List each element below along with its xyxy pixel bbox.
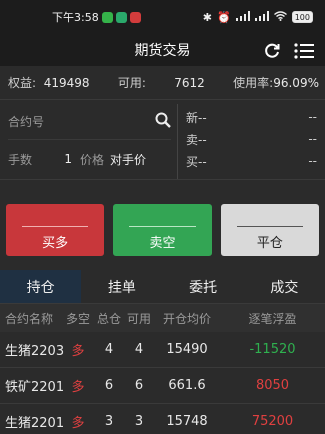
position-tabs: 持仓 挂单 委托 成交 — [0, 270, 325, 304]
sell-short-button[interactable]: 卖空 — [113, 204, 212, 256]
buy-long-button[interactable]: 买多 — [6, 204, 105, 256]
order-entry: 合约号 手数 1 价格 对手价 新-- -- 卖-- -- 买-- -- — [0, 104, 325, 180]
refresh-icon[interactable] — [261, 40, 283, 62]
tab-positions[interactable]: 持仓 — [0, 270, 82, 303]
table-row[interactable]: 生猪2201 多 3 3 15748 75200 — [0, 404, 325, 434]
qty-input[interactable]: 1 — [32, 152, 72, 166]
quote-row-ask: 卖-- -- — [186, 132, 317, 147]
signal-icon — [235, 10, 250, 24]
equity-value: 419498 — [43, 76, 90, 90]
close-position-button[interactable]: 平仓 — [220, 204, 319, 256]
wifi-icon — [273, 10, 287, 24]
tab-pending-orders[interactable]: 挂单 — [81, 270, 162, 303]
available-label: 可用: — [117, 76, 146, 90]
app-notification-icon — [129, 11, 141, 23]
price-type-selector[interactable]: 对手价 — [110, 151, 146, 168]
table-row[interactable]: 生猪2203 多 4 4 15490 -11520 — [0, 332, 325, 368]
quote-row-bid: 买-- -- — [186, 154, 317, 169]
table-header: 合约名称 多空 总仓 可用 开仓均价 逐笔浮盈 — [0, 304, 325, 332]
status-time: 下午3:58 — [52, 11, 99, 24]
app-notification-icon — [115, 11, 127, 23]
page-title: 期货交易 — [134, 43, 191, 59]
tab-orders[interactable]: 委托 — [163, 270, 244, 303]
contract-search[interactable]: 合约号 — [8, 104, 171, 140]
search-icon[interactable] — [155, 112, 171, 131]
quote-row-last: 新-- -- — [186, 110, 317, 125]
trade-buttons: 买多 卖空 平仓 — [0, 204, 325, 256]
alarm-icon: ⏰ — [217, 10, 231, 24]
status-bar: 下午3:58 ✱ ⏰ 100 — [0, 0, 325, 34]
menu-icon[interactable] — [293, 40, 315, 62]
usage-value: 96.09% — [273, 76, 319, 90]
equity-label: 权益: — [8, 76, 37, 90]
top-bar: 期货交易 — [0, 34, 325, 66]
tab-trades[interactable]: 成交 — [244, 270, 325, 303]
available-value: 7612 — [174, 75, 205, 90]
table-row[interactable]: 铁矿2201 多 6 6 661.6 8050 — [0, 368, 325, 404]
app-notification-icon — [101, 11, 113, 23]
account-summary: 权益: 419498 可用: 7612 使用率:96.09% — [0, 66, 325, 100]
quote-panel: 新-- -- 卖-- -- 买-- -- — [178, 104, 325, 179]
price-label: 价格 — [80, 152, 105, 167]
battery-icon: 100 — [291, 11, 313, 23]
signal-icon — [254, 10, 269, 24]
qty-label: 手数 — [8, 152, 33, 167]
usage-label: 使用率: — [233, 76, 274, 90]
contract-input[interactable]: 合约号 — [8, 113, 44, 130]
bluetooth-icon: ✱ — [202, 10, 213, 24]
